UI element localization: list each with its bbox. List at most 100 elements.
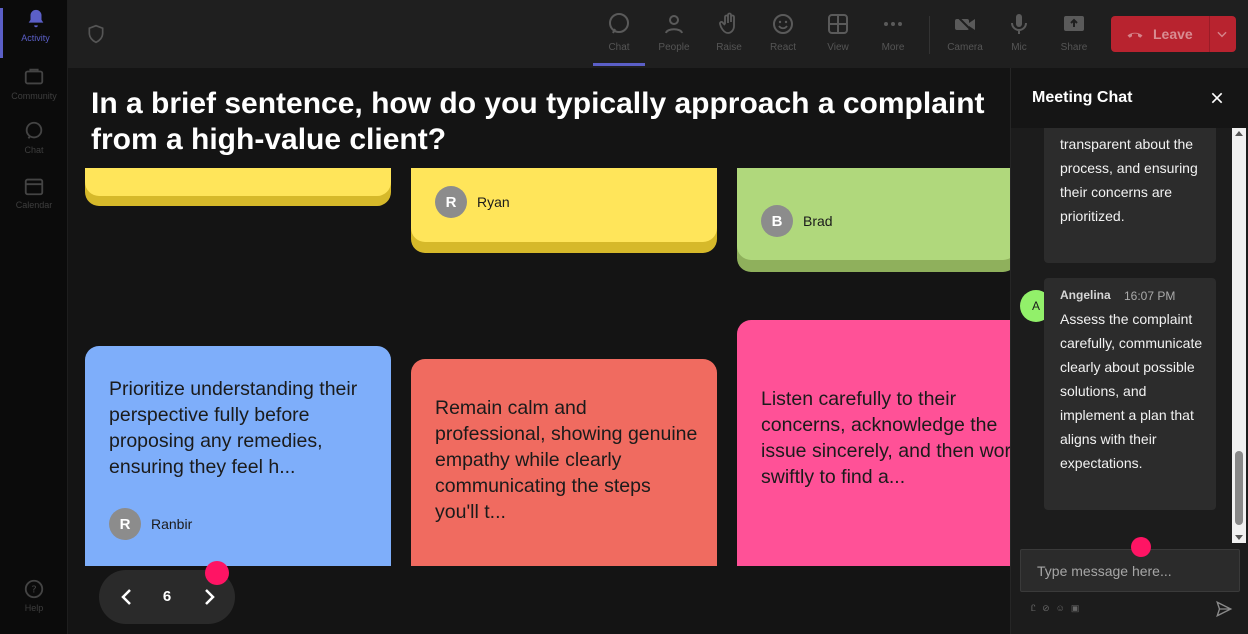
avatar: R [109, 508, 141, 540]
chat-tools: Ꮭ ⊘ ☺ ▣ [1031, 603, 1079, 614]
note-text: Remain calm and professional, showing ge… [435, 397, 698, 523]
chevron-down-icon[interactable] [1215, 27, 1229, 41]
raise-hand-icon [719, 12, 735, 34]
toolbar-raise-button[interactable]: Raise [703, 10, 755, 62]
rail-item-calendar[interactable]: Calendar [0, 175, 68, 225]
toolbar-people-label: People [658, 42, 690, 53]
chat-timestamp: 16:07 PM [1124, 289, 1176, 303]
note-author: R Ranbir [109, 508, 192, 540]
scroll-up-arrow[interactable] [1235, 131, 1243, 136]
toolbar-more-button[interactable]: More [867, 10, 919, 62]
gif-icon[interactable]: ▣ [1071, 603, 1080, 614]
chat-sender: Angelina [1060, 288, 1111, 302]
page-number: 6 [162, 588, 172, 605]
toolbar-share-label: Share [1060, 42, 1088, 53]
highlight-dot [1131, 537, 1151, 557]
leave-divider [1209, 16, 1210, 52]
chat-message-input[interactable] [1020, 549, 1240, 592]
rail-label-community: Community [11, 91, 57, 101]
meeting-chat-panel: Meeting Chat transparent about the proce… [1010, 68, 1248, 634]
highlight-dot [205, 561, 229, 585]
chat-scrollbar[interactable] [1232, 128, 1246, 543]
toolbar-mic-label: Mic [1011, 42, 1027, 53]
author-name: Ranbir [151, 516, 193, 532]
svg-text:?: ? [31, 585, 36, 596]
note-card[interactable]: Listen carefully to their concerns, ackn… [737, 320, 1010, 566]
chat-icon [25, 121, 43, 139]
community-icon [24, 68, 44, 85]
rail-label-help: Help [24, 603, 44, 613]
toolbar-divider [929, 16, 930, 54]
toolbar-mic-button[interactable]: Mic [993, 10, 1045, 62]
chat-header: Meeting Chat [1011, 68, 1248, 128]
scroll-thumb[interactable] [1235, 451, 1243, 525]
author-name: Brad [803, 213, 833, 229]
phone-hangup-icon [1127, 32, 1143, 38]
note-text: Listen carefully to their concerns, ackn… [761, 388, 1010, 488]
toolbar-react-label: React [769, 42, 797, 53]
toolbar-camera-label: Camera [947, 42, 983, 53]
chat-message-text: transparent about the process, and ensur… [1060, 136, 1198, 224]
rail-item-activity[interactable]: Activity [0, 8, 68, 58]
send-icon[interactable] [1214, 600, 1234, 618]
note-text: Prioritize understanding their perspecti… [109, 378, 358, 478]
toolbar-raise-label: Raise [716, 42, 742, 53]
share-icon [1064, 16, 1084, 31]
calendar-icon [24, 178, 44, 196]
note-card[interactable]: R Ryan [411, 168, 717, 253]
toolbar-camera-button[interactable]: Camera [939, 10, 991, 62]
rail-item-chat[interactable]: Chat [0, 120, 68, 170]
note-card[interactable] [85, 168, 391, 206]
note-author: R Ryan [435, 186, 510, 218]
help-icon: ? [24, 579, 44, 599]
note-card[interactable]: B Brad [737, 168, 1010, 272]
leave-button[interactable]: Leave [1111, 16, 1236, 52]
question-title: In a brief sentence, how do you typicall… [91, 87, 985, 156]
close-icon[interactable] [1209, 90, 1225, 106]
chat-icon [609, 13, 629, 34]
chat-message-text: Assess the complaint carefully, communic… [1060, 311, 1203, 471]
shield-icon [88, 24, 104, 44]
avatar: R [435, 186, 467, 218]
attach-icon[interactable]: ⊘ [1042, 603, 1050, 614]
react-icon [773, 14, 793, 34]
note-author: B Brad [761, 205, 833, 237]
author-name: Ryan [477, 194, 510, 210]
rail-label-calendar: Calendar [15, 200, 53, 210]
people-icon [665, 15, 683, 34]
toolbar-people-button[interactable]: People [648, 10, 700, 62]
scroll-down-arrow[interactable] [1235, 535, 1243, 540]
note-card[interactable]: Remain calm and professional, showing ge… [411, 359, 717, 566]
left-rail: Activity Community Chat Calendar ? Help [0, 0, 68, 634]
response-board: In a brief sentence, how do you typicall… [68, 68, 1010, 634]
top-toolbar: Chat People Raise React View More Camera [68, 0, 1248, 68]
camera-off-icon [955, 14, 975, 34]
format-icon[interactable]: Ꮭ [1031, 603, 1036, 614]
rail-label-chat: Chat [24, 145, 44, 155]
toolbar-chat-label: Chat [608, 42, 630, 53]
meeting-app: Activity Community Chat Calendar ? Help … [0, 0, 1248, 634]
rail-label-activity: Activity [21, 33, 50, 43]
note-card[interactable]: Prioritize understanding their perspecti… [85, 346, 391, 566]
more-icon [884, 22, 902, 26]
toolbar-react-button[interactable]: React [757, 10, 809, 62]
chevron-left-icon[interactable] [115, 585, 139, 609]
toolbar-view-button[interactable]: View [812, 10, 864, 62]
emoji-icon[interactable]: ☺ [1056, 603, 1065, 614]
chevron-right-icon[interactable] [197, 585, 221, 609]
leave-label: Leave [1153, 26, 1193, 42]
rail-item-community[interactable]: Community [0, 66, 68, 116]
bell-icon [28, 9, 43, 28]
chat-message: Angelina 16:07 PM Assess the complaint c… [1044, 278, 1216, 510]
view-icon [828, 14, 848, 34]
toolbar-view-label: View [827, 42, 849, 53]
toolbar-share-button[interactable]: Share [1048, 10, 1100, 62]
avatar: B [761, 205, 793, 237]
rail-item-help[interactable]: ? Help [0, 578, 68, 628]
toolbar-chat-button[interactable]: Chat [593, 10, 645, 66]
mic-icon [1011, 14, 1027, 34]
chat-message: transparent about the process, and ensur… [1044, 128, 1216, 263]
note-surface [85, 168, 391, 196]
chat-title: Meeting Chat [1032, 89, 1133, 106]
toolbar-more-label: More [881, 42, 905, 53]
